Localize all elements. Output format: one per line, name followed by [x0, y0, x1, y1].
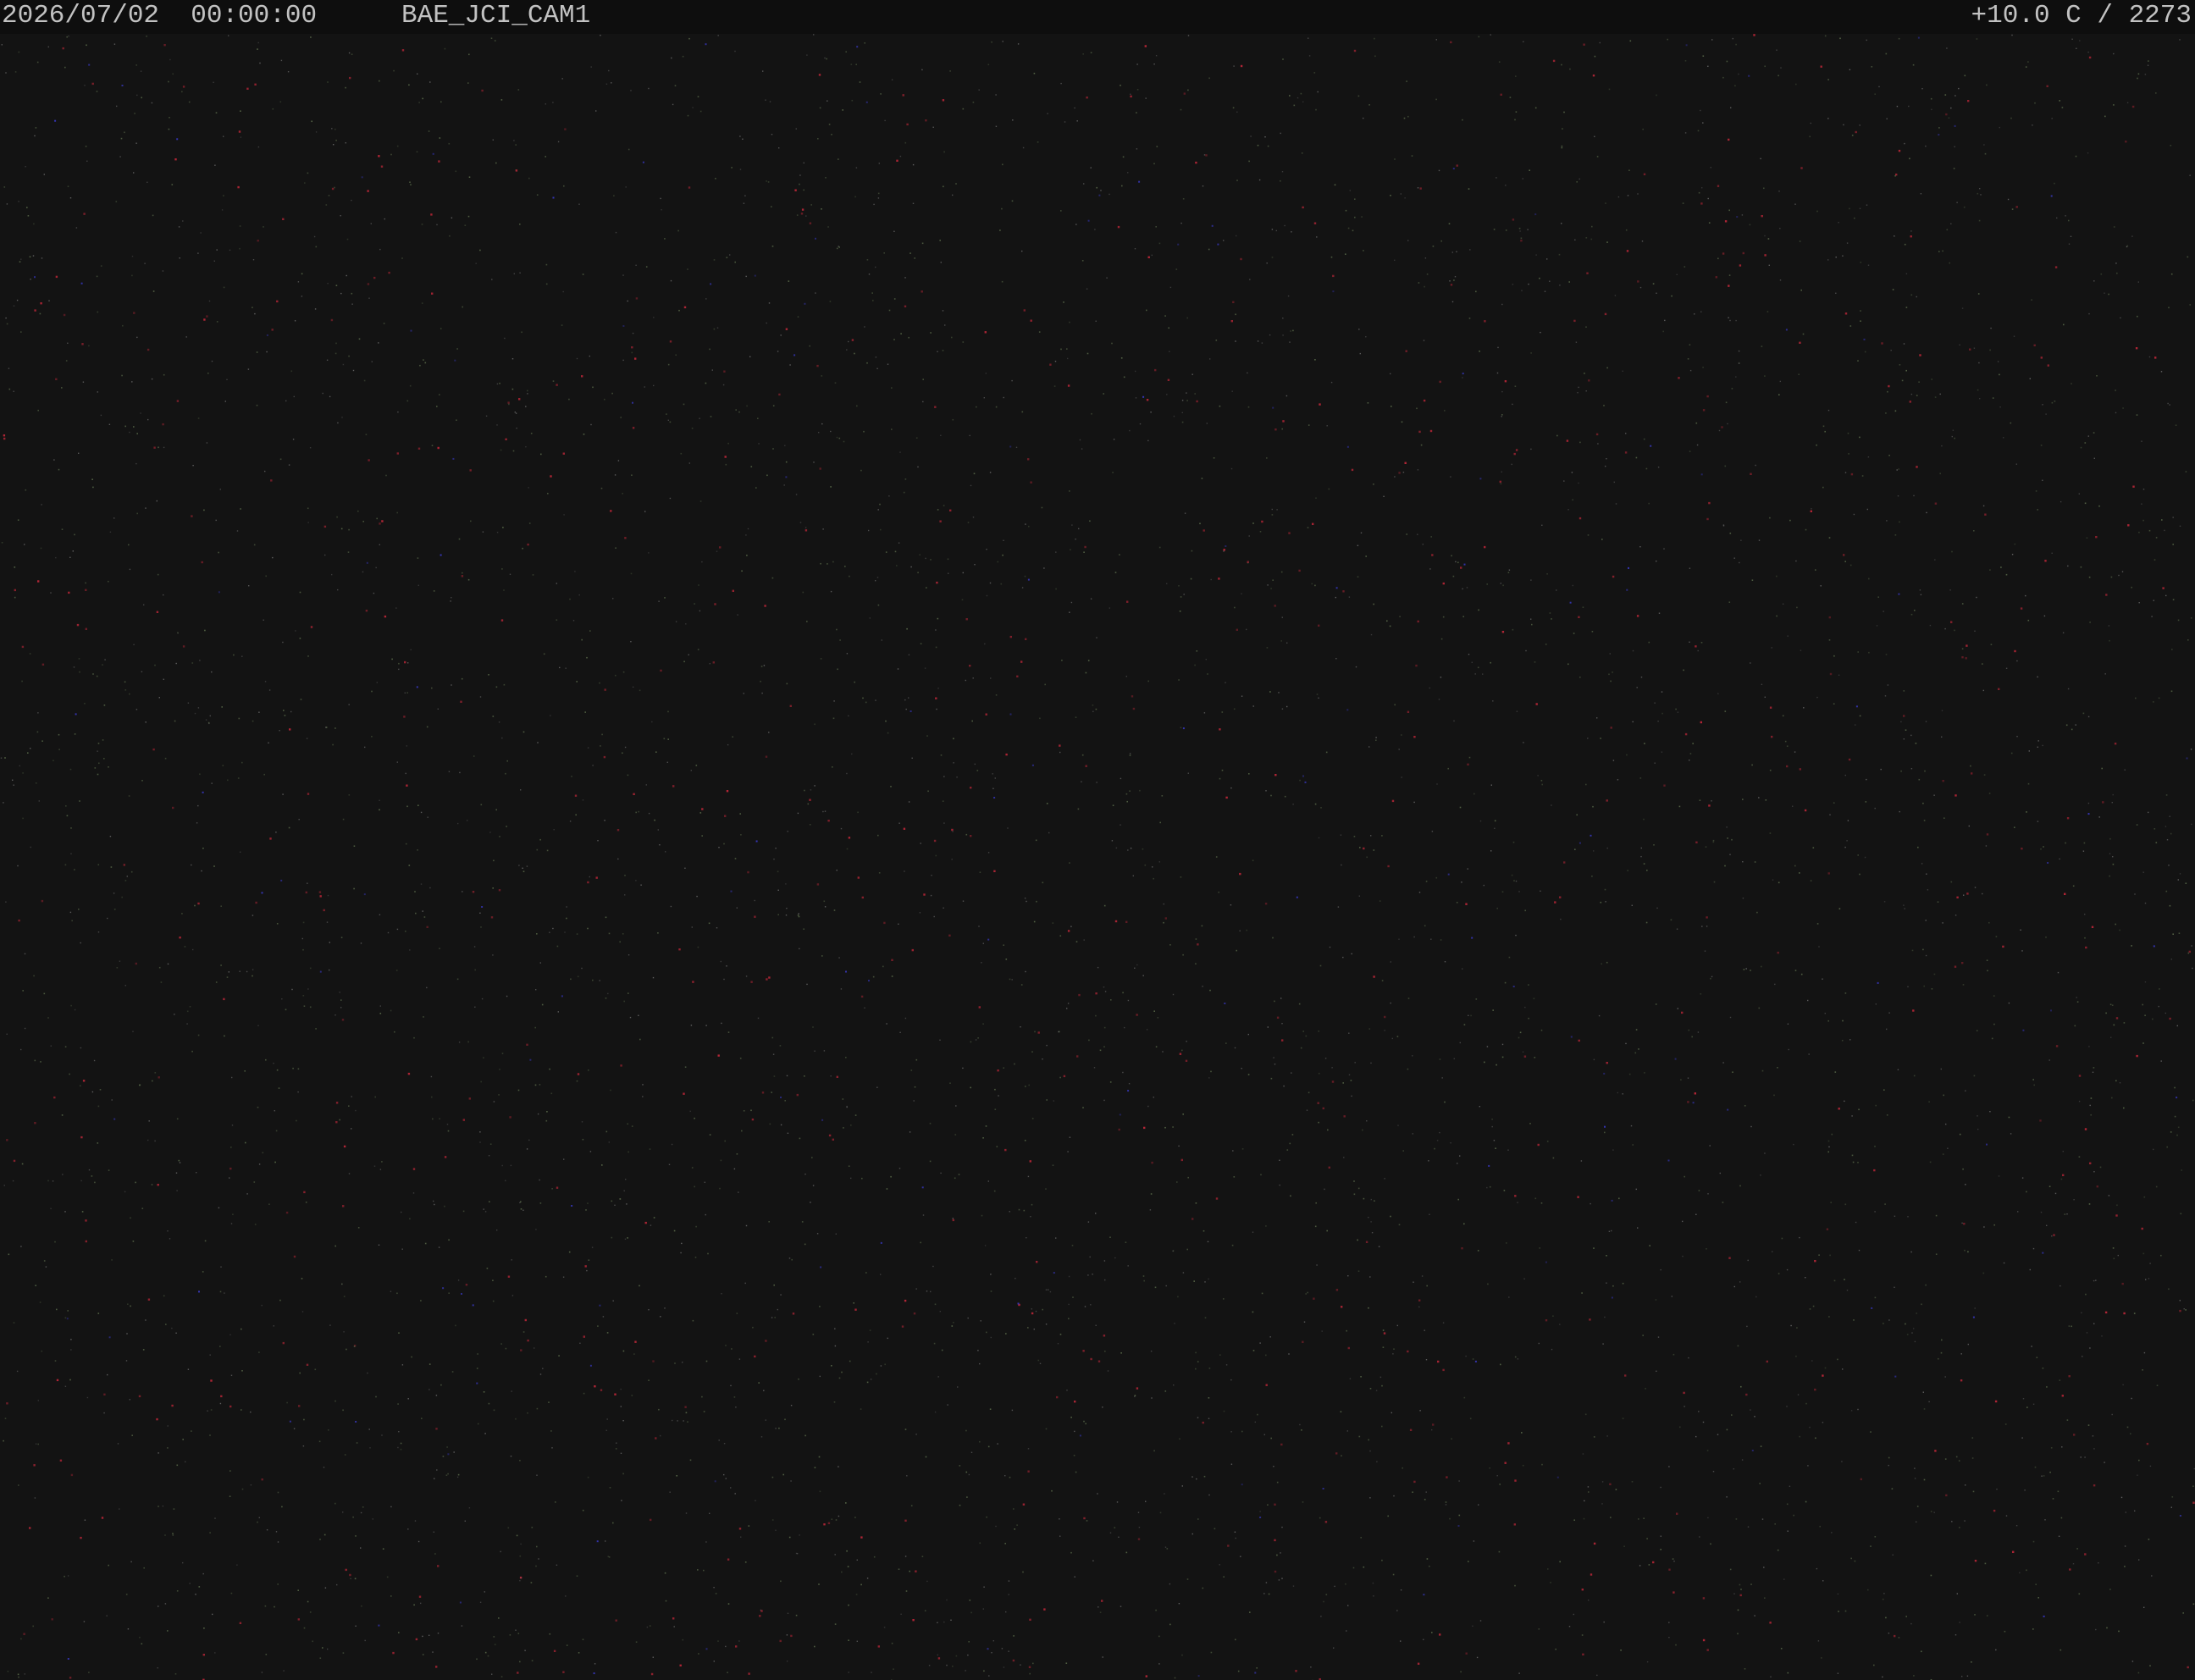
sensor-noise-layer [0, 34, 2195, 1680]
temperature-reading: +10.0 C / 2273 [1971, 1, 2192, 30]
camera-id-label: BAE_JCI_CAM1 [401, 1, 591, 30]
camera-overlay-bar: 2026/07/02 00:00:00 BAE_JCI_CAM1 +10.0 C… [0, 0, 2195, 34]
night-camera-frame: 2026/07/02 00:00:00 BAE_JCI_CAM1 +10.0 C… [0, 0, 2195, 1680]
timestamp-label: 2026/07/02 00:00:00 [2, 1, 318, 30]
